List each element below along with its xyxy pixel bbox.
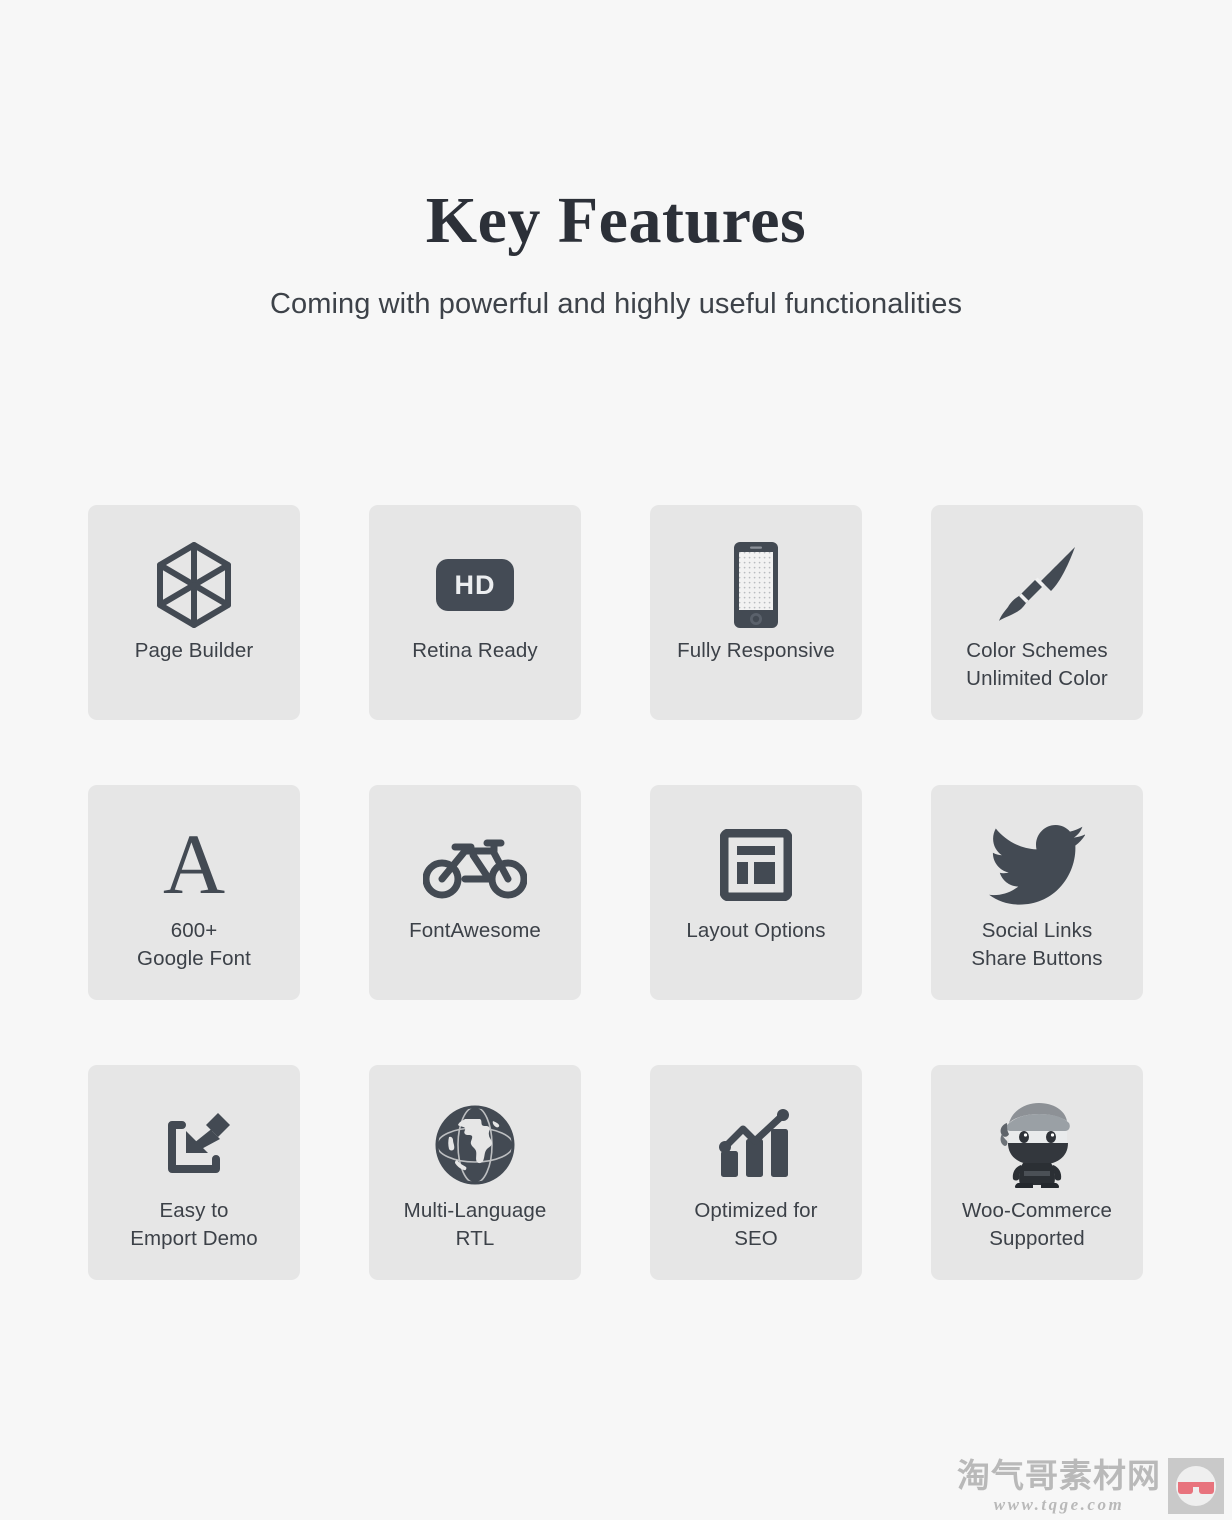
feature-label-line1: FontAwesome (409, 919, 541, 942)
watermark-url: www.tqge.com (993, 1495, 1125, 1514)
feature-label: Multi-Language RTL (398, 1197, 553, 1254)
feature-card-retina-ready[interactable]: HD Retina Ready (369, 505, 581, 720)
feature-label: Fully Responsive (671, 637, 841, 665)
feature-label-line1: Fully Responsive (677, 639, 835, 662)
feature-card-page-builder[interactable]: Page Builder (88, 505, 300, 720)
letter-a-icon: A (163, 819, 225, 911)
feature-label-line1: Easy to (159, 1199, 229, 1222)
features-grid: Page Builder HD Retina Ready Fully Respo… (88, 505, 1144, 1280)
feature-card-color-schemes[interactable]: Color Schemes Unlimited Color (931, 505, 1143, 720)
feature-label: FontAwesome (403, 917, 547, 945)
watermark-site-name: 淘气哥素材网 (957, 1456, 1161, 1495)
page-subtitle: Coming with powerful and highly useful f… (269, 288, 963, 321)
feature-label-line1: Social Links (981, 919, 1093, 942)
page-header: Key Features Coming with powerful and hi… (0, 0, 1232, 322)
feature-label-line1: 600+ (170, 919, 218, 942)
feature-label-line2: Supported (989, 1227, 1085, 1251)
feature-label: Page Builder (129, 637, 260, 665)
feature-card-social-links[interactable]: Social Links Share Buttons (931, 785, 1143, 1000)
paintbrush-icon (993, 539, 1081, 631)
feature-label: Social Links Share Buttons (965, 917, 1108, 974)
feature-label-line1: Color Schemes (966, 639, 1108, 662)
feature-label-line2: Google Font (137, 947, 251, 971)
bicycle-icon (423, 819, 527, 911)
cube-icon (154, 539, 234, 631)
smartphone-icon (733, 539, 779, 631)
feature-card-google-font[interactable]: A 600+ Google Font (88, 785, 300, 1000)
ninja-mascot-icon (999, 1099, 1075, 1191)
feature-label: Color Schemes Unlimited Color (960, 637, 1114, 694)
feature-label: Retina Ready (406, 637, 543, 665)
glasses-logo (1168, 1458, 1224, 1514)
layout-grid-icon (720, 819, 792, 911)
globe-icon (435, 1099, 515, 1191)
twitter-bird-icon (989, 819, 1085, 911)
feature-label-line2: Emport Demo (130, 1227, 258, 1251)
page-title: Key Features (425, 184, 807, 257)
feature-card-multi-language[interactable]: Multi-Language RTL (369, 1065, 581, 1280)
feature-label-line2: RTL (455, 1227, 495, 1251)
feature-label-line2: SEO (734, 1227, 778, 1251)
features-page: Key Features Coming with powerful and hi… (0, 0, 1232, 1520)
feature-label-line1: Page Builder (134, 639, 254, 662)
hd-badge-icon: HD (436, 539, 514, 631)
feature-card-import-demo[interactable]: Easy to Emport Demo (88, 1065, 300, 1280)
feature-card-seo[interactable]: Optimized for SEO (650, 1065, 862, 1280)
letter-a-glyph: A (162, 816, 226, 913)
watermark: 淘气哥素材网 www.tqge.com (957, 1458, 1224, 1514)
feature-label: Easy to Emport Demo (124, 1197, 264, 1254)
import-arrow-icon (158, 1099, 230, 1191)
feature-label: 600+ Google Font (131, 917, 257, 974)
watermark-text: 淘气哥素材网 www.tqge.com (957, 1459, 1161, 1513)
feature-card-layout-options[interactable]: Layout Options (650, 785, 862, 1000)
feature-card-fully-responsive[interactable]: Fully Responsive (650, 505, 862, 720)
feature-label-line1: Multi-Language (403, 1199, 547, 1222)
hd-badge-label: HD (436, 559, 514, 611)
feature-card-woocommerce[interactable]: Woo-Commerce Supported (931, 1065, 1143, 1280)
feature-label-line2: Unlimited Color (966, 667, 1108, 691)
feature-label: Woo-Commerce Supported (956, 1197, 1118, 1254)
feature-label: Layout Options (680, 917, 831, 945)
feature-label-line1: Retina Ready (412, 639, 538, 662)
feature-label-line1: Woo-Commerce (961, 1199, 1113, 1222)
feature-label-line1: Layout Options (686, 919, 826, 942)
feature-label: Optimized for SEO (688, 1197, 823, 1254)
feature-label-line2: Share Buttons (971, 947, 1103, 971)
feature-card-fontawesome[interactable]: FontAwesome (369, 785, 581, 1000)
feature-label-line1: Optimized for (694, 1199, 818, 1222)
bar-chart-growth-icon (717, 1099, 795, 1191)
